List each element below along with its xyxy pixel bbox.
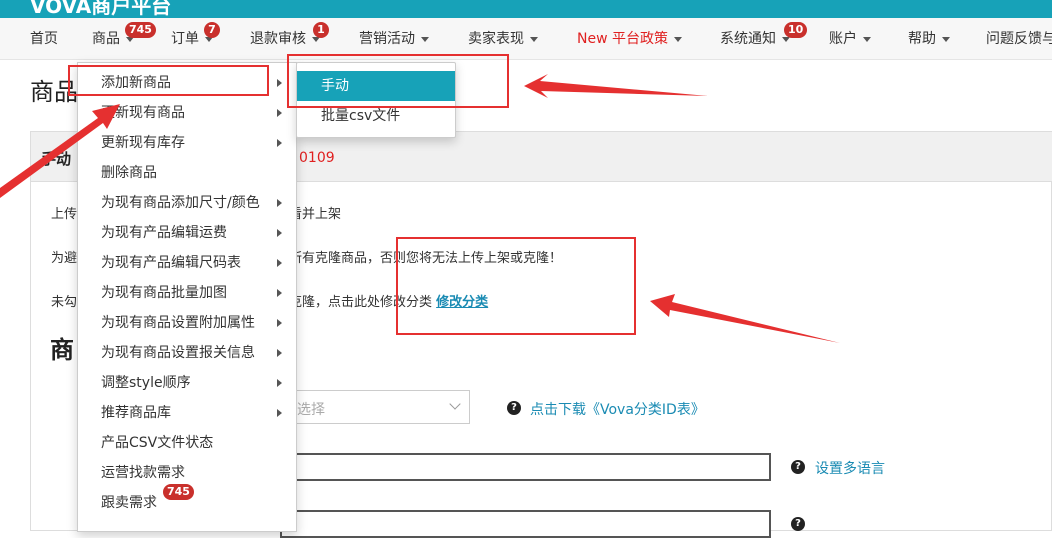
annotation-arrow-to-manual (524, 74, 708, 98)
annotation-arrow-to-menu (0, 104, 120, 198)
annotation-arrows (0, 74, 840, 343)
annotation-arrow-to-edit-category (650, 294, 840, 343)
